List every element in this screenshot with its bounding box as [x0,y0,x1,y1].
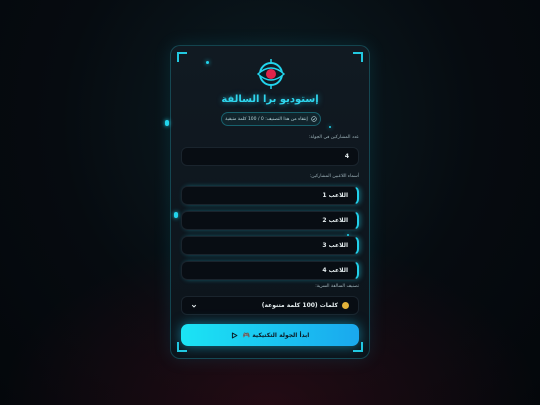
decor-dot [329,126,331,128]
corner-bracket [177,52,187,62]
badge-text: إنتقاء من هذا التصنيف: 0 / 100 كلمة متبق… [225,116,308,122]
app-title: إستوديو برا السالفة [221,94,319,105]
players-count-value: 4 [344,153,349,160]
coin-icon [342,302,349,309]
decor-dot [174,212,178,218]
player-name-input-4[interactable]: اللاعب 4 [181,261,359,280]
decor-dot [206,61,209,64]
category-selected: كلمات (100 كلمة متنوعة) [262,302,349,309]
player-name-2: اللاعب 2 [322,217,348,224]
setup-card: إستوديو برا السالفة إنتقاء من هذا التصني… [165,45,370,359]
player-name-3: اللاعب 3 [322,242,348,249]
players-names-label: أسماء اللاعبين المشاركين: [309,174,359,179]
eye-logo-icon [256,59,286,89]
decor-dot [165,120,169,126]
player-name-input-3[interactable]: اللاعب 3 [181,236,359,255]
player-name-input-1[interactable]: اللاعب 1 [181,186,359,205]
category-selected-text: كلمات (100 كلمة متنوعة) [261,302,338,309]
start-round-label: ابدأ الجولة التكتيكية 🎮 [242,331,310,339]
category-select[interactable]: كلمات (100 كلمة متنوعة) [181,296,359,315]
corner-bracket [353,52,363,62]
check-circle-icon [311,116,317,122]
players-count-input[interactable]: 4 [181,147,359,166]
players-count-label: عدد المشاركين في الجولة: [308,135,359,140]
player-name-input-2[interactable]: اللاعب 2 [181,211,359,230]
start-round-button[interactable]: ابدأ الجولة التكتيكية 🎮 [181,324,359,346]
category-label: تصنيف السالفة السرية: [315,284,359,289]
player-name-4: اللاعب 4 [322,267,348,274]
player-name-1: اللاعب 1 [322,192,348,199]
play-icon [231,332,238,338]
chevron-down-icon [191,304,197,308]
words-status-badge: إنتقاء من هذا التصنيف: 0 / 100 كلمة متبق… [221,112,321,126]
